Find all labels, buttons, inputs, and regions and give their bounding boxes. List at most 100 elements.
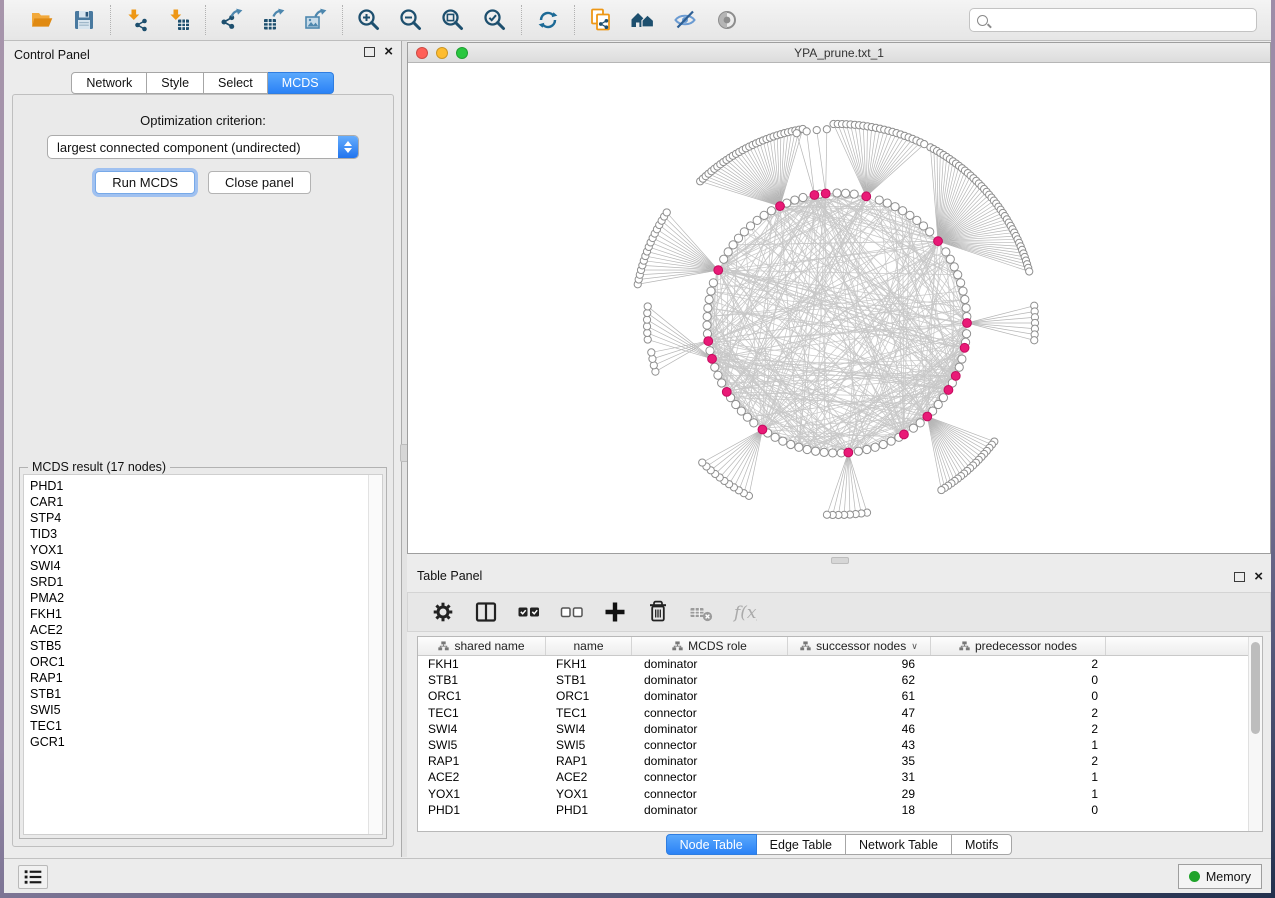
cell-name: SWI5 bbox=[546, 738, 632, 752]
columns-icon[interactable] bbox=[473, 599, 499, 625]
zoom-selected-icon[interactable] bbox=[482, 7, 508, 33]
main-toolbar bbox=[4, 0, 1271, 41]
table-row[interactable]: YOX1YOX1connector291 bbox=[418, 786, 1248, 802]
mcds-result-item[interactable]: STB1 bbox=[30, 686, 368, 702]
mcds-result-item[interactable]: CAR1 bbox=[30, 494, 368, 510]
refresh-icon[interactable] bbox=[535, 7, 561, 33]
save-session-icon[interactable] bbox=[71, 7, 97, 33]
control-panel-window-buttons: × bbox=[364, 47, 393, 57]
zoom-fit-icon[interactable] bbox=[440, 7, 466, 33]
column-type-icon bbox=[800, 641, 811, 651]
add-column-icon[interactable] bbox=[602, 599, 628, 625]
close-table-panel-icon[interactable]: × bbox=[1254, 572, 1263, 582]
import-table-icon[interactable] bbox=[166, 7, 192, 33]
column-header-shared-name[interactable]: shared name bbox=[418, 637, 546, 655]
zoom-in-icon[interactable] bbox=[356, 7, 382, 33]
tab-motifs[interactable]: Motifs bbox=[952, 834, 1012, 855]
mcds-result-item[interactable]: ORC1 bbox=[30, 654, 368, 670]
toolbar-group bbox=[206, 7, 342, 33]
export-network-icon[interactable] bbox=[219, 7, 245, 33]
export-table-icon[interactable] bbox=[261, 7, 287, 33]
table-row[interactable]: ACE2ACE2connector311 bbox=[418, 769, 1248, 785]
optimization-criterion-select[interactable]: largest connected component (undirected) bbox=[47, 135, 359, 159]
close-panel-icon[interactable]: × bbox=[384, 47, 393, 57]
float-table-panel-icon[interactable] bbox=[1234, 572, 1245, 582]
result-list-scrollbar[interactable] bbox=[368, 475, 382, 834]
float-panel-icon[interactable] bbox=[364, 47, 375, 57]
open-file-icon[interactable] bbox=[29, 7, 55, 33]
table-row[interactable]: RAP1RAP1dominator352 bbox=[418, 753, 1248, 769]
memory-button[interactable]: Memory bbox=[1178, 864, 1262, 889]
tab-select[interactable]: Select bbox=[204, 72, 268, 94]
mcds-result-item[interactable]: TID3 bbox=[30, 526, 368, 542]
column-header-MCDS-role[interactable]: MCDS role bbox=[632, 637, 788, 655]
clone-network-icon[interactable] bbox=[588, 7, 614, 33]
cell-role: dominator bbox=[632, 657, 788, 671]
cell-predecessors: 2 bbox=[931, 657, 1106, 671]
zoom-out-icon[interactable] bbox=[398, 7, 424, 33]
network-canvas[interactable] bbox=[408, 63, 1270, 553]
table-row[interactable]: STB1STB1dominator620 bbox=[418, 672, 1248, 688]
cell-shared: FKH1 bbox=[418, 657, 546, 671]
mcds-result-item[interactable]: STB5 bbox=[30, 638, 368, 654]
mcds-result-groupbox: MCDS result (17 nodes) PHD1CAR1STP4TID3Y… bbox=[19, 467, 387, 839]
mcds-result-item[interactable]: SWI5 bbox=[30, 702, 368, 718]
table-row[interactable]: SWI5SWI5connector431 bbox=[418, 737, 1248, 753]
mcds-result-item[interactable]: RAP1 bbox=[30, 670, 368, 686]
import-network-icon[interactable] bbox=[124, 7, 150, 33]
tab-node-table[interactable]: Node Table bbox=[666, 834, 757, 855]
tab-style[interactable]: Style bbox=[147, 72, 204, 94]
task-history-button[interactable] bbox=[18, 865, 48, 889]
table-row[interactable]: PHD1PHD1dominator180 bbox=[418, 802, 1248, 818]
tab-mcds[interactable]: MCDS bbox=[268, 72, 334, 94]
column-header-name[interactable]: name bbox=[546, 637, 632, 655]
mcds-result-item[interactable]: YOX1 bbox=[30, 542, 368, 558]
table-row[interactable]: SWI4SWI4dominator462 bbox=[418, 721, 1248, 737]
table-row[interactable]: FKH1FKH1dominator962 bbox=[418, 656, 1248, 672]
table-row[interactable]: TEC1TEC1connector472 bbox=[418, 705, 1248, 721]
delete-column-icon[interactable] bbox=[645, 599, 671, 625]
cell-predecessors: 2 bbox=[931, 754, 1106, 768]
show-panel-icon[interactable] bbox=[714, 7, 740, 33]
mcds-result-item[interactable]: SWI4 bbox=[30, 558, 368, 574]
column-header-successor-nodes[interactable]: successor nodes∨ bbox=[788, 637, 931, 655]
search-input[interactable] bbox=[993, 11, 1256, 29]
table-scrollbar[interactable] bbox=[1248, 637, 1262, 831]
tab-edge-table[interactable]: Edge Table bbox=[757, 834, 846, 855]
mcds-result-item[interactable]: STP4 bbox=[30, 510, 368, 526]
mcds-result-list[interactable]: PHD1CAR1STP4TID3YOX1SWI4SRD1PMA2FKH1ACE2… bbox=[23, 474, 383, 835]
hide-panel-icon[interactable] bbox=[672, 7, 698, 33]
mcds-result-item[interactable]: FKH1 bbox=[30, 606, 368, 622]
cell-role: dominator bbox=[632, 673, 788, 687]
table-row[interactable]: ORC1ORC1dominator610 bbox=[418, 688, 1248, 704]
horizontal-splitter[interactable] bbox=[407, 554, 1271, 566]
deselect-all-icon[interactable] bbox=[559, 599, 585, 625]
mcds-result-item[interactable]: GCR1 bbox=[30, 734, 368, 750]
mcds-result-item[interactable]: SRD1 bbox=[30, 574, 368, 590]
tab-network[interactable]: Network bbox=[71, 72, 147, 94]
cell-predecessors: 1 bbox=[931, 787, 1106, 801]
memory-status-icon bbox=[1189, 871, 1200, 882]
cell-predecessors: 2 bbox=[931, 722, 1106, 736]
network-home-icon[interactable] bbox=[630, 7, 656, 33]
table-toolbar: f(x) bbox=[407, 592, 1271, 632]
close-panel-button[interactable]: Close panel bbox=[208, 171, 311, 194]
run-mcds-button[interactable]: Run MCDS bbox=[95, 171, 195, 194]
column-header-label: successor nodes bbox=[816, 639, 906, 653]
cell-name: FKH1 bbox=[546, 657, 632, 671]
table-scrollbar-thumb[interactable] bbox=[1251, 642, 1260, 734]
horizontal-splitter-handle[interactable] bbox=[831, 557, 849, 564]
mcds-buttons-row: Run MCDS Close panel bbox=[13, 171, 393, 194]
export-image-icon[interactable] bbox=[303, 7, 329, 33]
select-all-icon[interactable] bbox=[516, 599, 542, 625]
gear-icon[interactable] bbox=[430, 599, 456, 625]
mcds-result-item[interactable]: PHD1 bbox=[30, 478, 368, 494]
network-window-titlebar[interactable]: YPA_prune.txt_1 bbox=[408, 43, 1270, 63]
mcds-result-item[interactable]: ACE2 bbox=[30, 622, 368, 638]
mcds-result-title: MCDS result (17 nodes) bbox=[28, 460, 170, 474]
mcds-result-item[interactable]: PMA2 bbox=[30, 590, 368, 606]
mcds-result-item[interactable]: TEC1 bbox=[30, 718, 368, 734]
tab-network-table[interactable]: Network Table bbox=[846, 834, 952, 855]
network-graph[interactable] bbox=[408, 63, 1270, 553]
column-header-predecessor-nodes[interactable]: predecessor nodes bbox=[931, 637, 1106, 655]
